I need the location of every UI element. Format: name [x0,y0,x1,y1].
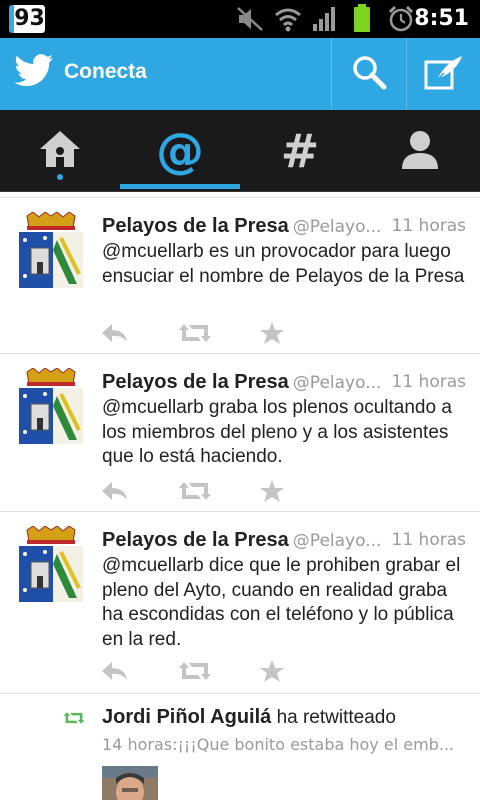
mute-icon [236,6,264,36]
app-title: Conecta [64,60,147,83]
tweet-actions [100,322,400,350]
reply-icon[interactable] [100,480,128,506]
profile-icon [400,129,440,173]
retweet-icon[interactable] [178,322,212,348]
tab-mentions[interactable]: @ [120,110,240,192]
tweet-actions [100,480,400,508]
tab-discover[interactable]: # [240,110,360,192]
home-unread-dot [57,174,63,180]
tweet-timestamp: 11 horas [391,372,466,392]
tweet-text: @mcuellarb dice que le prohiben grabar e… [102,555,461,650]
hash-icon: # [280,124,320,178]
tweet-author-name[interactable]: Pelayos de la Presa [102,529,289,551]
tweet-item[interactable]: Pelayos de la Presa @Pelayo... 11 horas @… [0,198,480,354]
tweet-item[interactable]: Pelayos de la Presa @Pelayo... 11 horas @… [0,512,480,694]
favorite-star-icon[interactable] [260,480,284,506]
status-bar: 93 8:51 [0,0,480,38]
reply-icon[interactable] [100,660,128,686]
tweet-author-name[interactable]: Pelayos de la Presa [102,215,289,237]
tweet-author-name[interactable]: Pelayos de la Presa [102,371,289,393]
tweet-author-handle: @Pelayo... [292,531,382,551]
retweet-action-label: ha retwitteado [276,707,396,728]
pelayos-coat-of-arms-avatar[interactable] [17,367,85,444]
retweeter-name[interactable]: Jordi Piñol Aguilá [102,706,271,728]
compose-button[interactable] [406,38,480,110]
tab-me[interactable] [360,110,480,192]
timeline[interactable]: Pelayos de la Presa @Pelayo... 11 horas @… [0,192,480,800]
retweet-icon [63,710,85,730]
pelayos-coat-of-arms-avatar[interactable] [17,211,85,288]
alarm-icon [388,5,414,36]
tweet-text: @mcuellarb es un provocador para luego e… [102,241,465,287]
favorite-star-icon[interactable] [260,322,284,348]
reply-icon[interactable] [100,322,128,348]
search-button[interactable] [331,38,405,110]
tweet-text: @mcuellarb graba los plenos ocultando a … [102,397,452,467]
retweet-icon[interactable] [178,660,212,686]
battery-icon [353,4,371,36]
tweet-timestamp: 11 horas [391,530,466,550]
tab-bar: @ # [0,110,480,192]
search-icon [351,54,387,94]
wifi-icon [274,6,302,36]
tweet-header: Pelayos de la Presa @Pelayo... 11 horas [102,370,466,395]
compose-icon [424,54,464,94]
tweet-timestamp: 11 horas [391,216,466,236]
retweet-headline: Jordi Piñol Aguilá ha retwitteado [102,706,396,729]
tab-home[interactable] [0,110,120,192]
tweet-author-handle: @Pelayo... [292,217,382,237]
action-bar: Conecta [0,38,480,110]
tweet-item[interactable]: Pelayos de la Presa @Pelayo... 11 horas @… [0,354,480,512]
pelayos-coat-of-arms-avatar[interactable] [17,525,85,602]
favorite-star-icon[interactable] [260,660,284,686]
notification-count-badge: 93 [9,5,45,33]
twitter-bird-icon[interactable] [14,54,54,92]
tweet-header: Pelayos de la Presa @Pelayo... 11 horas [102,214,466,239]
tweet-actions [100,660,400,688]
user-avatar[interactable] [102,766,158,800]
active-tab-indicator [120,184,240,189]
tweet-header: Pelayos de la Presa @Pelayo... 11 horas [102,528,466,553]
at-icon: @ [156,123,204,179]
tweet-author-handle: @Pelayo... [292,373,382,393]
signal-icon [312,6,338,36]
clock: 8:51 [414,6,469,31]
retweet-notification[interactable]: Jordi Piñol Aguilá ha retwitteado 14 hor… [0,694,480,800]
home-icon [38,129,82,173]
retweet-summary: 14 horas:¡¡¡Que bonito estaba hoy el emb… [102,735,455,754]
retweet-icon[interactable] [178,480,212,506]
